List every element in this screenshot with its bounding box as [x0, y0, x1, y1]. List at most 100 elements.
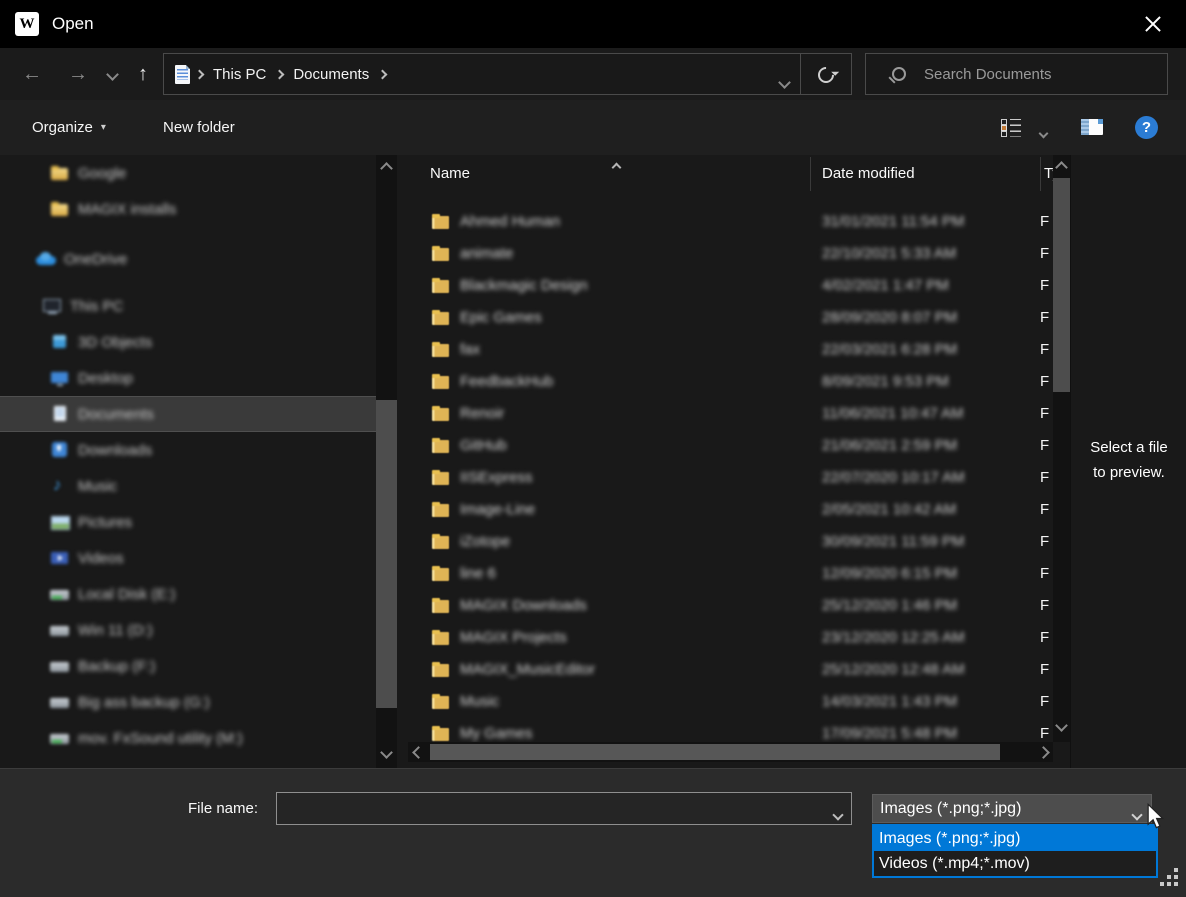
- preview-pane-toggle-icon[interactable]: [1081, 119, 1103, 135]
- view-options-chevron[interactable]: [1040, 124, 1047, 142]
- organize-label: Organize: [32, 119, 93, 136]
- sidebar-item[interactable]: mov. FxSound utility (M:): [0, 720, 376, 756]
- file-row[interactable]: line 6 12/09/2020 6:15 PM F: [408, 557, 1053, 589]
- scroll-left-icon[interactable]: [410, 742, 426, 762]
- column-divider[interactable]: [810, 157, 811, 191]
- search-box[interactable]: Search Documents: [865, 53, 1168, 95]
- file-list: Name Date modified Ty Ahmed Human 31/01/…: [408, 155, 1053, 768]
- sidebar-item-icon: [50, 404, 70, 424]
- file-type-dropdown-list: Images (*.png;*.jpg) Videos (*.mp4;*.mov…: [872, 824, 1158, 878]
- file-row[interactable]: MAGIX_MusicEditor 25/12/2020 12:48 AM F: [408, 653, 1053, 685]
- close-icon[interactable]: [1130, 0, 1176, 48]
- horizontal-scrollbar-thumb[interactable]: [430, 744, 1000, 760]
- organize-button[interactable]: Organize ▾: [32, 100, 106, 155]
- file-row[interactable]: Renoir 11/06/2021 10:47 AM F: [408, 397, 1053, 429]
- file-type-option[interactable]: Images (*.png;*.jpg): [874, 826, 1156, 851]
- sidebar-item-label: Pictures: [78, 514, 132, 531]
- file-row[interactable]: Ahmed Human 31/01/2021 11:54 PM F: [408, 205, 1053, 237]
- folder-icon: [432, 725, 452, 742]
- mouse-cursor: [1143, 803, 1167, 834]
- file-row[interactable]: Blackmagic Design 4/02/2021 1:47 PM F: [408, 269, 1053, 301]
- file-type: F: [1040, 501, 1049, 518]
- sidebar-item[interactable]: Backup (F:): [0, 648, 376, 684]
- file-type: F: [1040, 245, 1049, 262]
- sidebar-item[interactable]: Videos: [0, 540, 376, 576]
- sidebar-item-label: Local Disk (E:): [78, 586, 176, 603]
- new-folder-button[interactable]: New folder: [163, 100, 235, 155]
- file-name: MAGIX_MusicEditor: [460, 661, 595, 678]
- sidebar-item-label: Backup (F:): [78, 658, 156, 675]
- back-button[interactable]: ←: [18, 48, 46, 100]
- sidebar-item[interactable]: Pictures: [0, 504, 376, 540]
- sidebar-item[interactable]: Downloads: [0, 432, 376, 468]
- sidebar-item-icon: [50, 584, 70, 604]
- file-type: F: [1040, 725, 1049, 742]
- column-divider[interactable]: [1040, 157, 1041, 191]
- sidebar-item[interactable]: OneDrive: [0, 241, 376, 277]
- scroll-down-icon[interactable]: [376, 745, 397, 759]
- recent-locations-chevron[interactable]: [102, 48, 122, 100]
- file-row[interactable]: IISExpress 22/07/2020 10:17 AM F: [408, 461, 1053, 493]
- preview-message-line1: Select a file: [1071, 435, 1186, 460]
- file-name: Renoir: [460, 405, 504, 422]
- sidebar-scrollbar-thumb[interactable]: [376, 400, 397, 708]
- file-name-history-chevron[interactable]: [834, 806, 842, 824]
- scroll-right-icon[interactable]: [1035, 742, 1051, 762]
- help-icon[interactable]: ?: [1135, 116, 1158, 139]
- file-row[interactable]: animate 22/10/2021 5:33 AM F: [408, 237, 1053, 269]
- folder-icon: [432, 341, 452, 358]
- date-modified: 14/03/2021 1:43 PM: [822, 693, 957, 710]
- sidebar-item[interactable]: This PC: [0, 288, 376, 324]
- sidebar-item[interactable]: Local Disk (E:): [0, 576, 376, 612]
- scroll-up-icon[interactable]: [1053, 160, 1070, 174]
- file-row[interactable]: iZotope 30/09/2021 11:59 PM F: [408, 525, 1053, 557]
- column-header-name[interactable]: Name: [430, 165, 470, 182]
- file-row[interactable]: fax 22/03/2021 6:28 PM F: [408, 333, 1053, 365]
- folder-icon: [432, 629, 452, 646]
- breadcrumb-documents[interactable]: Documents: [289, 66, 373, 83]
- file-type-select[interactable]: Images (*.png;*.jpg): [872, 794, 1152, 823]
- sidebar-item-label: This PC: [70, 298, 123, 315]
- scroll-down-icon[interactable]: [1053, 718, 1070, 732]
- document-location-icon: [175, 65, 190, 84]
- sidebar-item[interactable]: Big ass backup (G:): [0, 684, 376, 720]
- file-row[interactable]: MAGIX Projects 23/12/2020 12:25 AM F: [408, 621, 1053, 653]
- file-row[interactable]: MAGIX Downloads 25/12/2020 1:46 PM F: [408, 589, 1053, 621]
- file-row[interactable]: Epic Games 28/09/2020 8:07 PM F: [408, 301, 1053, 333]
- sidebar-item[interactable]: Google: [0, 155, 376, 191]
- sidebar-item[interactable]: Documents: [0, 396, 376, 432]
- sidebar-item[interactable]: 3D Objects: [0, 324, 376, 360]
- sidebar-item-icon: [50, 163, 70, 183]
- address-bar[interactable]: This PC Documents: [163, 53, 852, 95]
- change-view-button[interactable]: [1001, 119, 1021, 136]
- sidebar-item[interactable]: Music: [0, 468, 376, 504]
- date-modified: 11/06/2021 10:47 AM: [822, 405, 964, 422]
- breadcrumb-this-pc[interactable]: This PC: [209, 66, 270, 83]
- column-header-date-modified[interactable]: Date modified: [822, 165, 915, 182]
- sidebar-item-icon: [36, 249, 56, 269]
- address-dropdown-chevron[interactable]: [780, 74, 789, 92]
- sidebar-item[interactable]: Win 11 (D:): [0, 612, 376, 648]
- sidebar-item-icon: [50, 440, 70, 460]
- file-row[interactable]: FeedbackHub 8/09/2021 9:53 PM F: [408, 365, 1053, 397]
- forward-button[interactable]: →: [64, 48, 92, 100]
- sidebar-item-label: Downloads: [78, 442, 152, 459]
- file-type: F: [1040, 341, 1049, 358]
- up-button[interactable]: ↑: [129, 48, 157, 100]
- folder-icon: [432, 693, 452, 710]
- list-scrollbar-thumb[interactable]: [1053, 178, 1070, 392]
- scroll-up-icon[interactable]: [376, 161, 397, 175]
- file-type-option[interactable]: Videos (*.mp4;*.mov): [874, 851, 1156, 876]
- file-type: F: [1040, 661, 1049, 678]
- file-type: F: [1040, 597, 1049, 614]
- file-type: F: [1040, 693, 1049, 710]
- sidebar-item[interactable]: Desktop: [0, 360, 376, 396]
- refresh-icon[interactable]: [815, 64, 838, 87]
- file-row[interactable]: GitHub 21/06/2021 2:59 PM F: [408, 429, 1053, 461]
- window-resize-grip[interactable]: [1160, 868, 1182, 890]
- file-row[interactable]: Music 14/03/2021 1:43 PM F: [408, 685, 1053, 717]
- file-row[interactable]: Image-Line 2/05/2021 10:42 AM F: [408, 493, 1053, 525]
- sidebar-item[interactable]: MAGIX installs: [0, 191, 376, 227]
- file-name-input[interactable]: [276, 792, 852, 825]
- preview-pane: Select a file to preview.: [1070, 155, 1186, 768]
